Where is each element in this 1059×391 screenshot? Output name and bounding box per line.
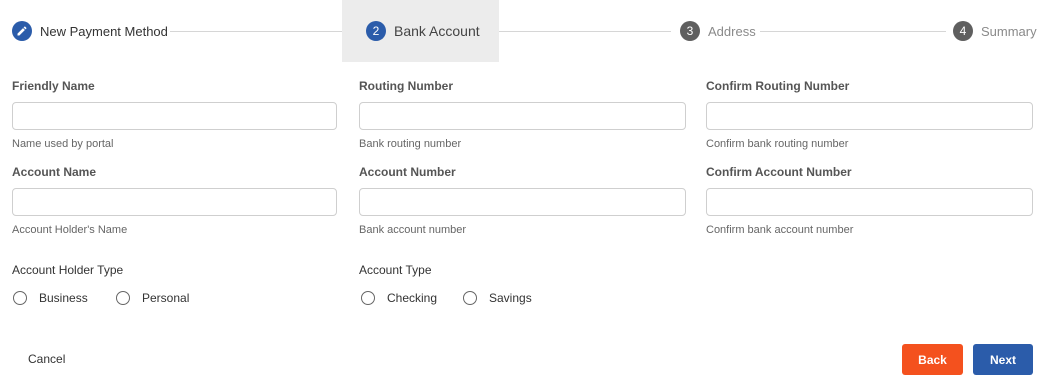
step-bank-account[interactable]: 2 Bank Account bbox=[342, 0, 499, 62]
radio-personal[interactable]: Personal bbox=[116, 291, 189, 305]
radio-label: Business bbox=[39, 291, 88, 305]
step-new-payment-method[interactable]: New Payment Method bbox=[12, 0, 168, 62]
step-label: Summary bbox=[981, 23, 1037, 39]
radio-label: Checking bbox=[387, 291, 438, 305]
confirm-routing-number-label: Confirm Routing Number bbox=[706, 79, 850, 93]
friendly-name-helper: Name used by portal bbox=[12, 138, 114, 150]
confirm-routing-number-field[interactable] bbox=[706, 102, 1033, 130]
confirm-account-number-label: Confirm Account Number bbox=[706, 165, 852, 179]
account-name-label: Account Name bbox=[12, 165, 97, 179]
confirm-account-number-field[interactable] bbox=[706, 188, 1033, 216]
back-button[interactable]: Back bbox=[902, 344, 963, 375]
confirm-routing-number-helper: Confirm bank routing number bbox=[706, 138, 849, 150]
account-number-label: Account Number bbox=[359, 165, 456, 179]
radio-checking[interactable]: Checking bbox=[361, 291, 437, 305]
account-name-helper: Account Holder's Name bbox=[12, 224, 128, 236]
pencil-icon-glyph bbox=[17, 26, 27, 36]
step-connector bbox=[170, 31, 342, 32]
step-label: Address bbox=[708, 23, 756, 39]
radio-label: Savings bbox=[489, 291, 532, 305]
step-connector bbox=[760, 31, 946, 32]
step-summary[interactable]: 4 Summary bbox=[953, 0, 1037, 62]
routing-number-helper: Bank routing number bbox=[359, 138, 462, 150]
radio-button-icon[interactable] bbox=[463, 291, 477, 305]
account-number-field[interactable] bbox=[359, 188, 686, 216]
radio-button-icon[interactable] bbox=[361, 291, 375, 305]
stepper: New Payment Method 2 Bank Account 3 Addr… bbox=[0, 0, 1059, 62]
friendly-name-field[interactable] bbox=[12, 102, 337, 130]
radio-button-icon[interactable] bbox=[13, 291, 27, 305]
friendly-name-label: Friendly Name bbox=[12, 79, 95, 93]
step-number-badge: 2 bbox=[366, 21, 386, 41]
routing-number-field[interactable] bbox=[359, 102, 686, 130]
cancel-button[interactable]: Cancel bbox=[28, 352, 65, 366]
routing-number-label: Routing Number bbox=[359, 79, 453, 93]
step-label: Bank Account bbox=[394, 23, 480, 39]
step-number-badge: 3 bbox=[680, 21, 700, 41]
radio-business[interactable]: Business bbox=[13, 291, 88, 305]
account-holder-type-label: Account Holder Type bbox=[12, 263, 124, 277]
next-button[interactable]: Next bbox=[973, 344, 1033, 375]
step-number-badge: 4 bbox=[953, 21, 973, 41]
step-address[interactable]: 3 Address bbox=[680, 0, 756, 62]
step-connector bbox=[499, 31, 671, 32]
step-label: New Payment Method bbox=[40, 23, 168, 39]
radio-savings[interactable]: Savings bbox=[463, 291, 532, 305]
pencil-icon bbox=[12, 21, 32, 41]
account-name-field[interactable] bbox=[12, 188, 337, 216]
account-type-label: Account Type bbox=[359, 263, 432, 277]
confirm-account-number-helper: Confirm bank account number bbox=[706, 224, 854, 236]
radio-button-icon[interactable] bbox=[116, 291, 130, 305]
account-number-helper: Bank account number bbox=[359, 224, 467, 236]
radio-label: Personal bbox=[142, 291, 190, 305]
